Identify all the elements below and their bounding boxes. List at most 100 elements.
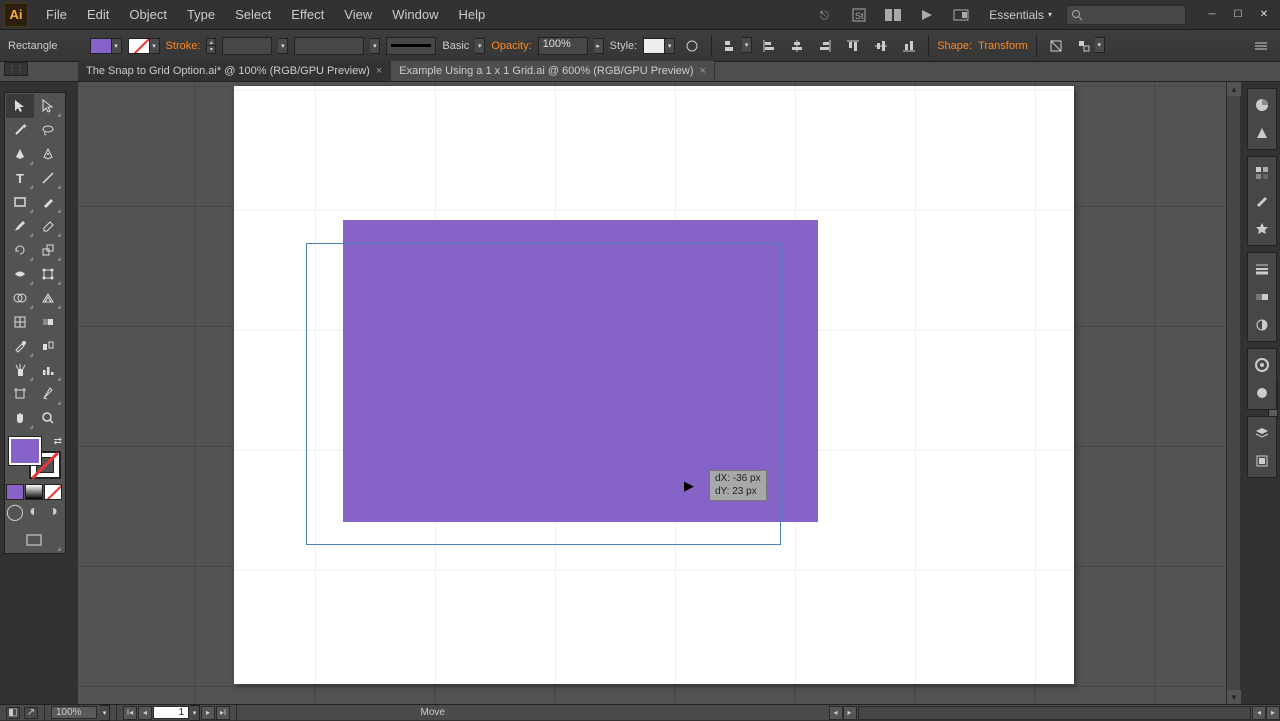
opacity-dropdown[interactable]: ▸ bbox=[594, 38, 604, 54]
shape-builder-tool[interactable] bbox=[6, 286, 34, 310]
last-artboard-button[interactable]: ▸I bbox=[216, 706, 230, 720]
symbols-panel-icon[interactable] bbox=[1248, 215, 1276, 243]
draw-behind-icon[interactable]: ◐ bbox=[25, 504, 43, 520]
vertical-scrollbar[interactable]: ▴ ▾ bbox=[1226, 82, 1240, 704]
first-artboard-button[interactable]: I◂ bbox=[123, 706, 137, 720]
workspace-switcher[interactable]: Essentials ▾ bbox=[981, 5, 1060, 25]
color-mode-none[interactable] bbox=[44, 484, 62, 500]
tab-dock-handle[interactable]: ⋮⋮ bbox=[4, 62, 28, 76]
menu-file[interactable]: File bbox=[36, 3, 77, 26]
hscroll-right-button[interactable]: ◂ bbox=[1252, 706, 1266, 720]
hscroll-left-button[interactable]: ◂ bbox=[829, 706, 843, 720]
eyedropper-tool[interactable] bbox=[6, 334, 34, 358]
color-mode-solid[interactable] bbox=[6, 484, 24, 500]
swap-fill-stroke-icon[interactable]: ⇄ bbox=[54, 436, 62, 447]
menu-view[interactable]: View bbox=[334, 3, 382, 26]
hand-tool[interactable] bbox=[6, 406, 34, 430]
close-tab-icon[interactable]: × bbox=[700, 65, 706, 77]
rotate-tool[interactable] bbox=[6, 238, 34, 262]
hscroll-right2-button[interactable]: ▸ bbox=[1266, 706, 1280, 720]
free-transform-tool[interactable] bbox=[34, 262, 62, 286]
curvature-tool[interactable] bbox=[34, 142, 62, 166]
direct-selection-tool[interactable] bbox=[34, 94, 62, 118]
graphic-styles-panel-icon[interactable] bbox=[1248, 379, 1276, 407]
swatches-panel-icon[interactable] bbox=[1248, 159, 1276, 187]
menu-window[interactable]: Window bbox=[382, 3, 448, 26]
paintbrush-tool[interactable] bbox=[34, 190, 62, 214]
zoom-dropdown[interactable]: ▾ bbox=[100, 705, 110, 721]
status-icon-1[interactable]: ◧ bbox=[6, 707, 20, 719]
column-graph-tool[interactable] bbox=[34, 358, 62, 382]
status-icon-2[interactable]: ↗ bbox=[24, 707, 38, 719]
symbol-sprayer-tool[interactable] bbox=[6, 358, 34, 382]
variable-width-profile[interactable] bbox=[294, 37, 364, 55]
transform-label[interactable]: Transform bbox=[978, 40, 1028, 52]
selection-tool[interactable] bbox=[6, 94, 34, 118]
draw-normal-icon[interactable]: ◯ bbox=[6, 504, 24, 520]
brush-preview[interactable] bbox=[386, 37, 436, 55]
sync-icon[interactable]: ⎋ bbox=[811, 5, 839, 25]
shape-label[interactable]: Shape: bbox=[937, 40, 972, 52]
stroke-weight-down[interactable]: ▾ bbox=[206, 46, 216, 54]
rectangle-tool[interactable] bbox=[6, 190, 34, 214]
artboard-number-input[interactable]: 1 bbox=[153, 706, 189, 719]
pen-tool[interactable] bbox=[6, 142, 34, 166]
screen-mode-button[interactable] bbox=[6, 528, 62, 552]
fill-swatch[interactable]: ▾ bbox=[90, 38, 122, 54]
zoom-level-input[interactable]: 100% bbox=[51, 706, 97, 719]
menu-help[interactable]: Help bbox=[448, 3, 495, 26]
width-tool[interactable] bbox=[6, 262, 34, 286]
scroll-down-button[interactable]: ▾ bbox=[1227, 690, 1241, 704]
scale-tool[interactable] bbox=[34, 238, 62, 262]
brushes-panel-icon[interactable] bbox=[1248, 187, 1276, 215]
window-maximize-button[interactable]: ☐ bbox=[1226, 6, 1250, 24]
color-panel-icon[interactable] bbox=[1248, 91, 1276, 119]
magic-wand-tool[interactable]: ✦ bbox=[6, 118, 34, 142]
align-hcenter-icon[interactable] bbox=[786, 37, 808, 55]
appearance-panel-icon[interactable] bbox=[1248, 351, 1276, 379]
canvas-area[interactable]: ▶ dX: -36 px dY: 23 px ▴ ▾ bbox=[78, 82, 1240, 704]
gpu-icon[interactable]: St bbox=[845, 5, 873, 25]
artboard-dropdown[interactable]: ▾ bbox=[190, 705, 200, 721]
window-close-button[interactable]: ✕ bbox=[1252, 6, 1276, 24]
stroke-weight-dropdown[interactable]: ▾ bbox=[278, 38, 288, 54]
prev-artboard-button[interactable]: ◂ bbox=[138, 706, 152, 720]
color-mode-gradient[interactable] bbox=[25, 484, 43, 500]
menu-object[interactable]: Object bbox=[119, 3, 177, 26]
window-minimize-button[interactable]: ─ bbox=[1200, 6, 1224, 24]
stroke-swatch[interactable]: ▾ bbox=[128, 38, 160, 54]
mesh-tool[interactable] bbox=[6, 310, 34, 334]
menu-select[interactable]: Select bbox=[225, 3, 281, 26]
blend-tool[interactable] bbox=[34, 334, 62, 358]
pencil-tool[interactable] bbox=[6, 214, 34, 238]
stock-icon[interactable] bbox=[947, 5, 975, 25]
stroke-weight-up[interactable]: ▴ bbox=[206, 38, 216, 46]
lasso-tool[interactable] bbox=[34, 118, 62, 142]
eraser-tool[interactable] bbox=[34, 214, 62, 238]
type-tool[interactable]: T bbox=[6, 166, 34, 190]
color-guide-panel-icon[interactable] bbox=[1248, 119, 1276, 147]
hscroll-left2-button[interactable]: ▸ bbox=[843, 706, 857, 720]
gradient-tool[interactable] bbox=[34, 310, 62, 334]
fill-color-swatch[interactable] bbox=[9, 437, 41, 465]
align-left-icon[interactable] bbox=[758, 37, 780, 55]
close-tab-icon[interactable]: × bbox=[376, 65, 382, 77]
zoom-tool[interactable] bbox=[34, 406, 62, 430]
graphic-style[interactable]: ▾ bbox=[643, 38, 675, 54]
layers-panel-icon[interactable] bbox=[1248, 419, 1276, 447]
menu-edit[interactable]: Edit bbox=[77, 3, 119, 26]
align-vcenter-icon[interactable] bbox=[870, 37, 892, 55]
draw-inside-icon[interactable]: ◑ bbox=[44, 504, 62, 520]
align-dropdown[interactable]: ▾ bbox=[720, 37, 752, 55]
slice-tool[interactable] bbox=[34, 382, 62, 406]
transparency-panel-icon[interactable] bbox=[1248, 311, 1276, 339]
document-tab-2[interactable]: Example Using a 1 x 1 Grid.ai @ 600% (RG… bbox=[391, 61, 715, 81]
libraries-panel-icon[interactable] bbox=[1248, 447, 1276, 475]
gradient-panel-icon[interactable] bbox=[1248, 283, 1276, 311]
select-similar-dropdown[interactable]: ▾ bbox=[1073, 37, 1105, 55]
opacity-input[interactable]: 100% bbox=[538, 37, 588, 55]
scroll-up-button[interactable]: ▴ bbox=[1227, 82, 1241, 96]
brush-dropdown[interactable]: ▾ bbox=[475, 38, 485, 54]
perspective-grid-tool[interactable] bbox=[34, 286, 62, 310]
isolate-icon[interactable] bbox=[1045, 37, 1067, 55]
